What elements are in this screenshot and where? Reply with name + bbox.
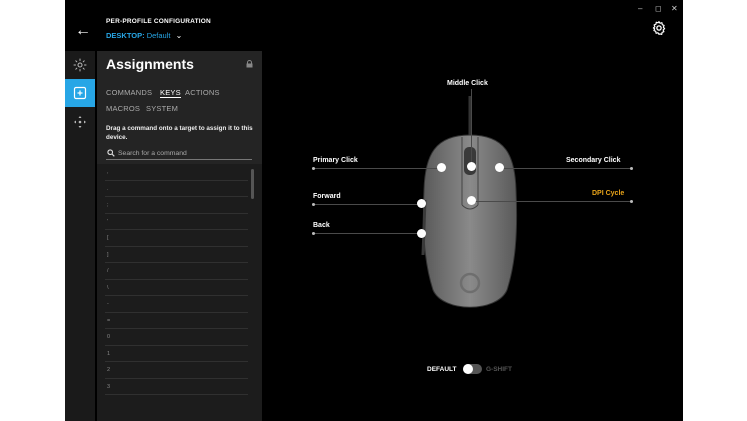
middle-click-label: Middle Click	[447, 80, 488, 87]
list-item[interactable]: =	[105, 313, 248, 329]
gshift-toggle[interactable]	[463, 364, 482, 374]
tab-commands[interactable]: COMMANDS	[106, 88, 152, 97]
tab-macros[interactable]: MACROS	[106, 104, 140, 113]
primary-click-line	[313, 168, 441, 169]
left-rail	[65, 51, 95, 421]
profile-selector[interactable]: DESKTOP: Default ⌄	[106, 31, 182, 40]
dpi-icon[interactable]	[65, 108, 95, 136]
list-item[interactable]: ]	[105, 247, 248, 263]
dpi-cycle-label: DPI Cycle	[592, 190, 625, 197]
assignments-icon[interactable]	[65, 79, 95, 107]
dpi-cycle-hotspot[interactable]	[467, 196, 476, 205]
list-item[interactable]: ;	[105, 197, 248, 214]
secondary-click-line	[499, 168, 631, 169]
close-button[interactable]: ✕	[671, 4, 678, 13]
middle-click-hotspot[interactable]	[467, 162, 476, 171]
list-item[interactable]: 2	[105, 362, 248, 379]
profile-prefix: DESKTOP:	[106, 31, 145, 40]
list-item[interactable]: -	[105, 296, 248, 313]
search-field[interactable]	[106, 148, 252, 160]
gear-icon[interactable]	[651, 20, 667, 36]
primary-endpoint	[312, 167, 315, 170]
back-arrow-icon[interactable]: ←	[74, 22, 92, 40]
toggle-knob	[463, 364, 473, 374]
list-item[interactable]: '	[105, 214, 248, 230]
back-line	[313, 233, 422, 234]
maximize-button[interactable]: ◻	[655, 4, 662, 13]
default-label: DEFAULT	[427, 366, 457, 373]
panel-hint: Drag a command onto a target to assign i…	[106, 125, 253, 141]
list-item[interactable]: [	[105, 230, 248, 247]
forward-endpoint	[312, 203, 315, 206]
back-hotspot[interactable]	[417, 229, 426, 238]
list-item[interactable]: .	[105, 181, 248, 197]
middle-click-line	[471, 89, 472, 167]
search-icon	[107, 149, 115, 157]
search-input[interactable]	[118, 148, 248, 158]
forward-label: Forward	[313, 193, 341, 200]
forward-hotspot[interactable]	[417, 199, 426, 208]
list-item[interactable]: /	[105, 263, 248, 280]
lighting-icon[interactable]	[65, 51, 95, 79]
gshift-label: G-SHIFT	[486, 366, 512, 373]
plus-square-icon	[73, 86, 87, 100]
primary-click-label: Primary Click	[313, 157, 358, 164]
assignments-panel: Assignments COMMANDS KEYS ACTIONS MACROS…	[97, 51, 262, 421]
profile-name: Default	[146, 31, 171, 40]
secondary-click-label: Secondary Click	[566, 157, 621, 164]
keys-list: , . ; ' [ ] / \ - = 0 1 2 3	[97, 164, 262, 421]
tab-system[interactable]: SYSTEM	[146, 104, 178, 113]
page-title: PER-PROFILE CONFIGURATION	[106, 18, 211, 25]
list-item[interactable]: \	[105, 280, 248, 296]
sun-icon	[73, 58, 87, 72]
mouse-image	[421, 96, 518, 308]
secondary-click-hotspot[interactable]	[495, 163, 504, 172]
back-label: Back	[313, 222, 330, 229]
secondary-endpoint	[630, 167, 633, 170]
list-item[interactable]: 0	[105, 329, 248, 346]
list-item[interactable]: ,	[105, 164, 248, 181]
list-scrollbar[interactable]	[251, 169, 254, 199]
back-endpoint	[312, 232, 315, 235]
minimize-button[interactable]: –	[638, 4, 642, 13]
tab-keys[interactable]: KEYS	[160, 88, 181, 98]
move-arrows-icon	[74, 116, 86, 128]
primary-click-hotspot[interactable]	[437, 163, 446, 172]
lock-icon[interactable]	[246, 60, 253, 68]
tab-actions[interactable]: ACTIONS	[185, 88, 220, 97]
list-item[interactable]: 3	[105, 379, 248, 395]
chevron-down-icon: ⌄	[175, 31, 183, 40]
dpi-endpoint	[630, 200, 633, 203]
dpi-cycle-line	[471, 201, 631, 202]
panel-title: Assignments	[106, 56, 194, 72]
forward-line	[313, 204, 422, 205]
list-item[interactable]: 1	[105, 346, 248, 362]
app-window: ← PER-PROFILE CONFIGURATION DESKTOP: Def…	[65, 0, 683, 421]
